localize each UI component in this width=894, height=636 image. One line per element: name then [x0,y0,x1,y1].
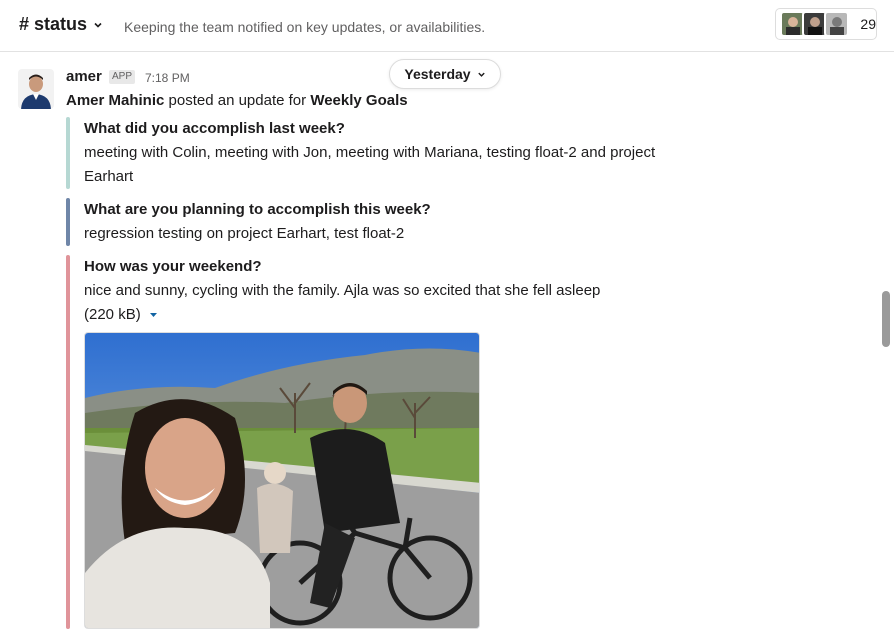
block-answer: regression testing on project Earhart, t… [84,225,405,242]
date-divider-button[interactable]: Yesterday [389,59,501,89]
message-intro: Amer Mahinic posted an update for Weekly… [66,92,408,109]
block-bar [66,255,70,629]
app-badge: APP [109,70,136,84]
intro-target: Weekly Goals [310,92,408,109]
member-avatar [824,11,850,37]
update-block: What are you planning to accomplish this… [66,198,666,246]
channel-name: # status [19,14,88,34]
chevron-down-icon [94,22,102,28]
attachment-size: (220 kB) [84,306,141,323]
sender-name[interactable]: amer [66,68,102,85]
attachment-image[interactable] [84,332,480,629]
intro-text: posted an update for [164,92,311,109]
channel-name-button[interactable]: # status [19,14,103,35]
block-question: What are you planning to accomplish this… [84,201,431,218]
update-block: What did you accomplish last week? meeti… [66,117,666,189]
members-button[interactable]: 29 [775,8,877,40]
date-divider-label: Yesterday [404,66,471,82]
caret-down-icon [149,313,157,318]
block-question: What did you accomplish last week? [84,120,345,137]
scrollbar-thumb[interactable] [882,291,890,347]
avatar[interactable] [18,69,54,109]
member-count: 29 [860,16,876,32]
block-bar [66,117,70,189]
block-bar [66,198,70,246]
channel-topic: Keeping the team notified on key updates… [124,19,486,35]
family-cycling-photo [85,333,479,628]
message-timestamp[interactable]: 7:18 PM [145,71,190,85]
block-answer: meeting with Colin, meeting with Jon, me… [84,144,656,185]
chevron-down-icon [477,72,485,77]
channel-header: # status Keeping the team notified on ke… [0,0,894,52]
block-answer: nice and sunny, cycling with the family.… [84,282,601,299]
block-question: How was your weekend? [84,258,262,275]
attachment-toggle[interactable]: (220 kB) [84,303,666,327]
intro-user: Amer Mahinic [66,92,165,109]
